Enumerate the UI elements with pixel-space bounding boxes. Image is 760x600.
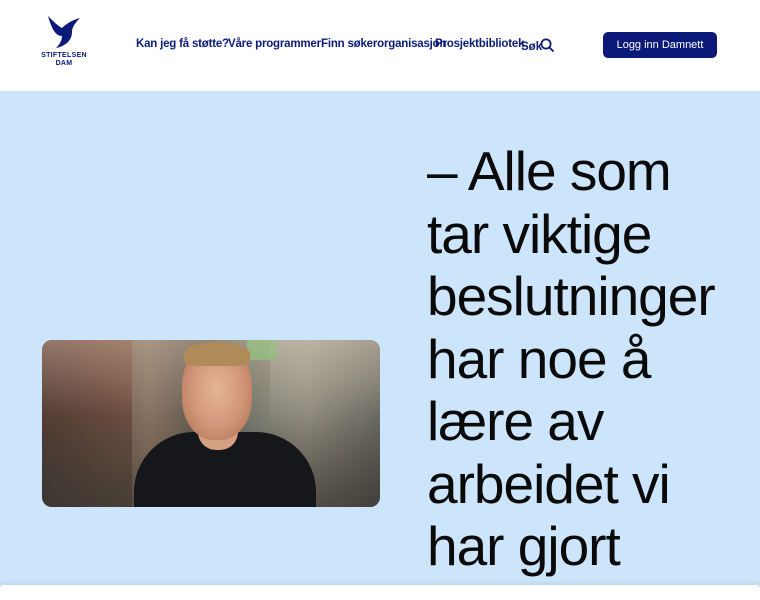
quote-line: tar viktige <box>427 202 652 265</box>
search-icon <box>540 38 554 52</box>
portrait-photo <box>42 340 380 507</box>
site-header: STIFTELSEN DAM Kan jeg få støtte? Våre p… <box>0 0 760 91</box>
logo-line-1: STIFTELSEN <box>41 52 87 59</box>
nav-item-support[interactable]: Kan jeg få støtte? <box>136 38 229 50</box>
bottom-panel-edge <box>0 585 760 600</box>
logo-wordmark: STIFTELSEN DAM <box>40 52 88 68</box>
quote-line: beslutninger <box>427 265 716 327</box>
search-button[interactable]: Søk <box>521 37 554 55</box>
nav-item-find-organization[interactable]: Finn søkerorganisasjon <box>321 38 447 50</box>
quote-line: – Alle som <box>427 140 672 202</box>
photo-person-hair <box>184 342 250 366</box>
swallow-bird-icon <box>48 16 80 48</box>
nav-item-programs[interactable]: Våre programmer <box>228 38 321 50</box>
search-label: Søk <box>521 41 543 53</box>
logo-line-2: DAM <box>55 60 73 67</box>
nav-item-project-library[interactable]: Prosjektbibliotek <box>435 38 524 50</box>
quote-line: arbeidet vi <box>427 452 671 515</box>
quote-line: har noe å <box>427 327 651 390</box>
hero-quote: – Alle som tar viktige beslutninger har … <box>427 140 727 578</box>
site-logo[interactable]: STIFTELSEN DAM <box>40 14 88 70</box>
login-damnett-button[interactable]: Logg inn Damnett <box>603 32 717 58</box>
quote-line: lære av <box>427 390 604 452</box>
quote-line: har gjort <box>427 515 621 577</box>
